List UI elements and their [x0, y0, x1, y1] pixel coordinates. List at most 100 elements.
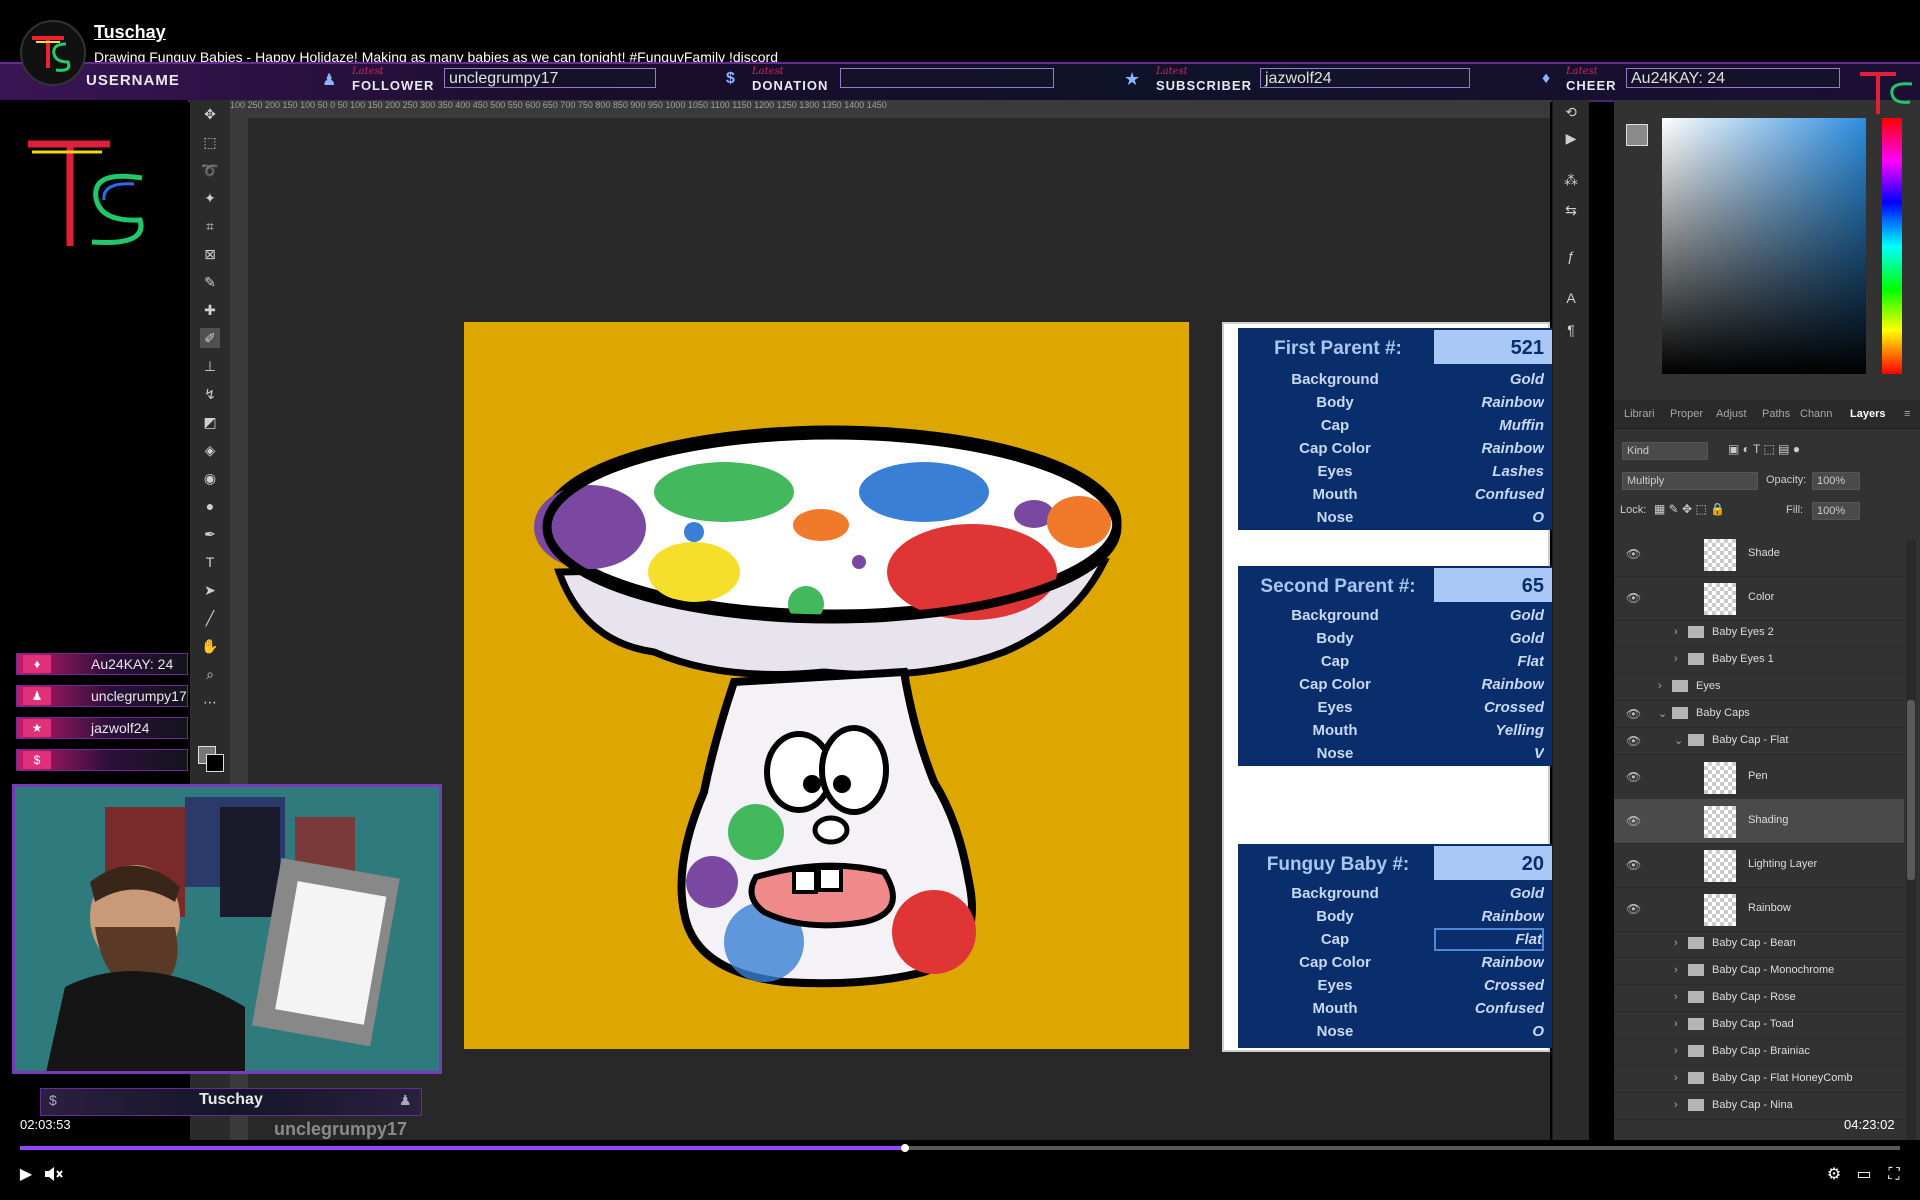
- layer-row[interactable]: 👁 Lighting Layer: [1614, 843, 1904, 888]
- trait-value[interactable]: Gold: [1434, 882, 1544, 905]
- actions-panel-icon[interactable]: ▶: [1561, 128, 1581, 148]
- adjustments-icon[interactable]: ⇆: [1561, 200, 1581, 220]
- fullscreen-icon[interactable]: ⛶: [1882, 1164, 1906, 1186]
- brush-tool-icon[interactable]: ✐: [200, 328, 220, 348]
- blend-mode-select[interactable]: Multiply: [1622, 472, 1758, 490]
- paragraph-panel-icon[interactable]: ¶: [1561, 320, 1581, 340]
- settings-icon[interactable]: ⚙: [1822, 1164, 1846, 1186]
- line-tool-icon[interactable]: ╱: [200, 608, 220, 628]
- move-tool-icon[interactable]: ✥: [200, 104, 220, 124]
- chevron-right-icon[interactable]: ›: [1658, 680, 1662, 692]
- chevron-down-icon[interactable]: ⌄: [1674, 734, 1683, 747]
- trait-value[interactable]: V: [1434, 742, 1544, 765]
- type-tool-icon[interactable]: T: [200, 552, 220, 572]
- marquee-tool-icon[interactable]: ⬚: [200, 132, 220, 152]
- color-picker-field[interactable]: [1662, 118, 1866, 374]
- artboard-canvas[interactable]: [464, 322, 1189, 1049]
- eyedropper-icon[interactable]: ✎: [200, 272, 220, 292]
- character-panel-icon[interactable]: A: [1561, 288, 1581, 308]
- theatre-mode-icon[interactable]: ▭: [1852, 1164, 1876, 1186]
- chevron-right-icon[interactable]: ›: [1674, 937, 1678, 949]
- crop-tool-icon[interactable]: ⌗: [200, 216, 220, 236]
- layer-row[interactable]: 👁 Color: [1614, 576, 1904, 621]
- layer-row[interactable]: › Baby Cap - Monochrome: [1614, 958, 1904, 985]
- chevron-right-icon[interactable]: ›: [1674, 653, 1678, 665]
- visibility-hidden-icon[interactable]: [1626, 964, 1642, 978]
- visibility-hidden-icon[interactable]: [1626, 937, 1642, 951]
- visibility-eye-icon[interactable]: 👁: [1626, 858, 1642, 872]
- dodge-tool-icon[interactable]: ●: [200, 496, 220, 516]
- visibility-hidden-icon[interactable]: [1626, 1072, 1642, 1086]
- trait-value[interactable]: Muffin: [1434, 414, 1544, 437]
- trait-value[interactable]: Gold: [1434, 627, 1544, 650]
- chevron-right-icon[interactable]: ›: [1674, 991, 1678, 1003]
- visibility-hidden-icon[interactable]: [1626, 626, 1642, 640]
- trait-value[interactable]: Rainbow: [1434, 437, 1545, 460]
- play-icon[interactable]: ▶: [14, 1164, 38, 1186]
- lasso-tool-icon[interactable]: ➰: [200, 160, 220, 180]
- chevron-right-icon[interactable]: ›: [1674, 626, 1678, 638]
- hue-slider[interactable]: [1882, 118, 1902, 374]
- tab-adjustments[interactable]: Adjust: [1716, 408, 1747, 420]
- visibility-hidden-icon[interactable]: [1626, 1099, 1642, 1113]
- layer-row[interactable]: 👁 Shade: [1614, 532, 1904, 577]
- channel-name-link[interactable]: Tuschay: [94, 22, 166, 43]
- trait-value[interactable]: Rainbow: [1434, 905, 1545, 928]
- stamp-tool-icon[interactable]: ⊥: [200, 356, 220, 376]
- trait-value[interactable]: Lashes: [1434, 460, 1544, 483]
- visibility-eye-icon[interactable]: 👁: [1626, 814, 1642, 828]
- layer-row[interactable]: 👁 ⌄ Baby Cap - Flat: [1614, 728, 1904, 755]
- filter-icons[interactable]: ▣ ◐ T ⬚ ▤ ●: [1728, 442, 1800, 456]
- trait-value[interactable]: Crossed: [1434, 974, 1544, 997]
- trait-value[interactable]: O: [1434, 506, 1544, 529]
- trait-value[interactable]: O: [1434, 1020, 1544, 1043]
- chevron-right-icon[interactable]: ›: [1674, 1099, 1678, 1111]
- channel-avatar[interactable]: [20, 20, 86, 86]
- visibility-hidden-icon[interactable]: [1626, 991, 1642, 1005]
- trait-value[interactable]: Yelling: [1434, 719, 1544, 742]
- trait-value[interactable]: Confused: [1434, 483, 1544, 506]
- layer-row[interactable]: › Baby Cap - Brainiac: [1614, 1039, 1904, 1066]
- zoom-tool-icon[interactable]: ⌕: [200, 664, 220, 684]
- layer-row[interactable]: › Baby Cap - Toad: [1614, 1012, 1904, 1039]
- second-parent-number[interactable]: 65: [1434, 568, 1552, 602]
- chevron-down-icon[interactable]: ⌄: [1658, 707, 1667, 720]
- mute-icon[interactable]: [42, 1164, 66, 1186]
- trait-value-selected-cell[interactable]: Flat: [1434, 928, 1544, 951]
- trait-value[interactable]: Gold: [1434, 368, 1544, 391]
- seek-bar-handle[interactable]: [901, 1144, 909, 1152]
- trait-value[interactable]: Crossed: [1434, 696, 1544, 719]
- layer-row[interactable]: › Baby Cap - Flat HoneyComb: [1614, 1066, 1904, 1093]
- tab-properties[interactable]: Proper: [1670, 408, 1703, 420]
- lock-icons[interactable]: ▦ ✎ ✥ ⬚ 🔒: [1654, 502, 1725, 516]
- funguy-baby-number[interactable]: 20: [1434, 846, 1552, 880]
- trait-value[interactable]: Flat: [1434, 650, 1544, 673]
- tab-libraries[interactable]: Librari: [1624, 408, 1655, 420]
- visibility-eye-icon[interactable]: 👁: [1626, 547, 1642, 561]
- visibility-eye-icon[interactable]: 👁: [1626, 734, 1642, 748]
- visibility-eye-icon[interactable]: 👁: [1626, 770, 1642, 784]
- first-parent-number[interactable]: 521: [1434, 330, 1552, 364]
- tab-paths[interactable]: Paths: [1762, 408, 1790, 420]
- blur-tool-icon[interactable]: ◉: [200, 468, 220, 488]
- fg-color-swatch[interactable]: [1626, 124, 1648, 146]
- layer-row[interactable]: › Baby Cap - Bean: [1614, 931, 1904, 958]
- layer-row[interactable]: › Baby Cap - Rose: [1614, 985, 1904, 1012]
- chevron-right-icon[interactable]: ›: [1674, 964, 1678, 976]
- layer-row[interactable]: 👁 Shading: [1614, 799, 1904, 844]
- visibility-eye-icon[interactable]: 👁: [1626, 707, 1642, 721]
- hand-tool-icon[interactable]: ✋: [200, 636, 220, 656]
- visibility-eye-icon[interactable]: 👁: [1626, 902, 1642, 916]
- tab-layers[interactable]: Layers: [1850, 408, 1885, 420]
- trait-value[interactable]: Confused: [1434, 997, 1544, 1020]
- visibility-eye-icon[interactable]: 👁: [1626, 591, 1642, 605]
- visibility-hidden-icon[interactable]: [1626, 680, 1642, 694]
- brush-settings-icon[interactable]: ⁂: [1561, 170, 1581, 190]
- more-tools-icon[interactable]: ⋯: [200, 692, 220, 712]
- layer-row[interactable]: › Eyes: [1614, 674, 1904, 701]
- eraser-tool-icon[interactable]: ◩: [200, 412, 220, 432]
- pen-tool-icon[interactable]: ✒: [200, 524, 220, 544]
- chevron-right-icon[interactable]: ›: [1674, 1072, 1678, 1084]
- fill-input[interactable]: 100%: [1812, 502, 1860, 520]
- layer-row[interactable]: 👁 Pen: [1614, 755, 1904, 800]
